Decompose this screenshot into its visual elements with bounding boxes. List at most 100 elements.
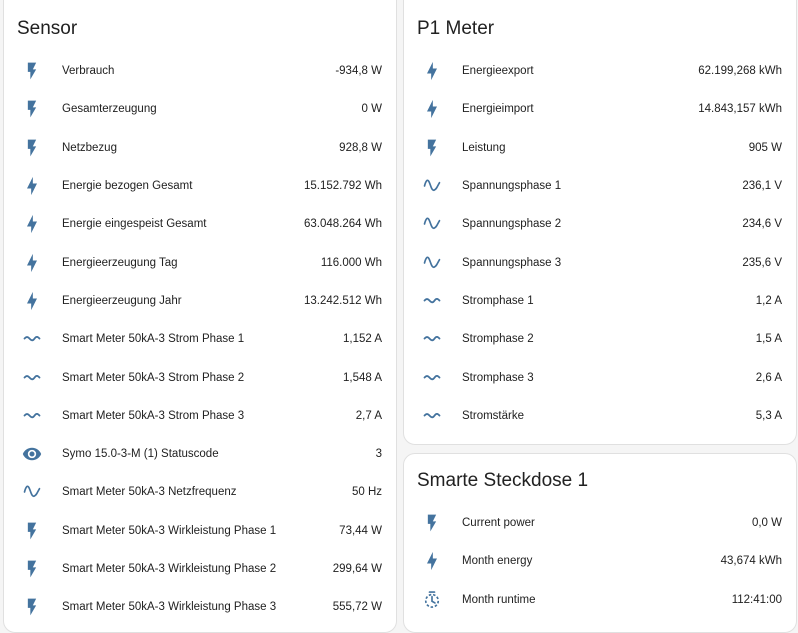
- entity-state: 73,44 W: [339, 524, 382, 537]
- entity-state: 235,6 V: [742, 256, 782, 269]
- entity-row[interactable]: Netzbezug 928,8 W: [4, 129, 396, 167]
- entity-row[interactable]: Energieexport 62.199,268 kWh: [404, 52, 796, 90]
- entity-name: Smart Meter 50kA-3 Wirkleistung Phase 2: [62, 563, 277, 575]
- entity-state: 1,2 A: [755, 294, 782, 307]
- entity-name: Month energy: [462, 555, 533, 568]
- entity-state: 5,3 A: [755, 409, 782, 422]
- entity-name: Energieerzeugung Tag: [62, 256, 178, 269]
- entity-state: 1,5 A: [755, 333, 782, 346]
- flash-icon: [20, 97, 44, 121]
- entity-row[interactable]: Stromphase 3 2,6 A: [404, 358, 796, 396]
- entity-row[interactable]: Energie bezogen Gesamt 15.152.792 Wh: [4, 167, 396, 205]
- entity-name: Spannungsphase 3: [462, 256, 562, 269]
- entity-list: Verbrauch -934,8 W Gesamterzeugung 0 W Netzb…: [4, 52, 396, 626]
- entity-row[interactable]: Spannungsphase 3 235,6 V: [404, 243, 796, 281]
- entity-name: Verbrauch: [62, 65, 115, 78]
- sine-wave-icon: [420, 174, 444, 198]
- entity-state: 0,0 W: [751, 517, 782, 530]
- entity-state: 905 W: [748, 141, 782, 154]
- flash-icon: [420, 136, 444, 160]
- entity-row[interactable]: Stromphase 2 1,5 A: [404, 320, 796, 358]
- entity-row[interactable]: Smart Meter 50kA-3 Strom Phase 1 1,152 A: [4, 320, 396, 358]
- lightning-bolt-icon: [20, 212, 44, 236]
- entity-name: Smart Meter 50kA-3 Wirkleistung Phase 1: [62, 524, 277, 537]
- entity-row[interactable]: Stromphase 1 1,2 A: [404, 282, 796, 320]
- entity-row[interactable]: Symo 15.0-3-M (1) Statuscode 3: [4, 435, 396, 473]
- entity-name: Smart Meter 50kA-3 Netzfrequenz: [62, 486, 237, 499]
- entity-name: Smart Meter 50kA-3 Strom Phase 1: [62, 333, 245, 346]
- p1-meter-card: P1 Meter Energieexport 62.199,268 kWh Ener…: [403, 0, 797, 445]
- entity-list: Current power 0,0 W Month energy 43,674 kWh…: [404, 504, 796, 619]
- eye-icon: [20, 442, 44, 466]
- entity-row[interactable]: Verbrauch -934,8 W: [4, 52, 396, 90]
- entity-name: Energie eingespeist Gesamt: [62, 218, 207, 231]
- entity-state: 1,152 A: [342, 333, 382, 346]
- flash-icon: [20, 136, 44, 160]
- entity-row[interactable]: Energieerzeugung Tag 116.000 Wh: [4, 243, 396, 281]
- entity-state: 555,72 W: [332, 601, 382, 614]
- lightning-bolt-icon: [20, 289, 44, 313]
- entity-row[interactable]: Smart Meter 50kA-3 Strom Phase 3 2,7 A: [4, 397, 396, 435]
- entity-name: Stromphase 2: [462, 333, 534, 346]
- entity-state: 14.843,157 kWh: [698, 103, 782, 116]
- entity-state: 62.199,268 kWh: [698, 65, 782, 78]
- entity-name: Current power: [462, 517, 535, 530]
- lightning-bolt-icon: [420, 59, 444, 83]
- entity-row[interactable]: Gesamterzeugung 0 W: [4, 90, 396, 128]
- lightning-bolt-icon: [420, 97, 444, 121]
- flash-icon: [20, 595, 44, 619]
- current-ac-icon: [420, 366, 444, 390]
- entity-row[interactable]: Spannungsphase 2 234,6 V: [404, 205, 796, 243]
- entity-row[interactable]: Spannungsphase 1 236,1 V: [404, 167, 796, 205]
- entity-state: 3: [375, 448, 382, 461]
- entity-name: Energieexport: [462, 65, 534, 78]
- entity-row[interactable]: Stromstärke 5,3 A: [404, 397, 796, 435]
- entity-name: Stromstärke: [462, 409, 524, 422]
- entity-row[interactable]: Smart Meter 50kA-3 Wirkleistung Phase 2 2…: [4, 550, 396, 588]
- sine-wave-icon: [420, 212, 444, 236]
- current-ac-icon: [20, 404, 44, 428]
- entity-state: 0 W: [361, 103, 382, 116]
- entity-row[interactable]: Energieerzeugung Jahr 13.242.512 Wh: [4, 282, 396, 320]
- entity-name: Smart Meter 50kA-3 Strom Phase 3: [62, 409, 245, 422]
- entity-name: Energieerzeugung Jahr: [62, 294, 182, 307]
- flash-icon: [420, 511, 444, 535]
- entity-name: Spannungsphase 1: [462, 180, 562, 193]
- lightning-bolt-icon: [20, 251, 44, 275]
- entity-state: 2,7 A: [355, 409, 382, 422]
- card-title: P1 Meter: [417, 18, 495, 39]
- lightning-bolt-icon: [20, 174, 44, 198]
- entity-name: Smart Meter 50kA-3 Wirkleistung Phase 3: [62, 601, 277, 614]
- current-ac-icon: [20, 366, 44, 390]
- sensor-card: Sensor Verbrauch -934,8 W Gesamterzeugung 0…: [3, 0, 397, 633]
- entity-row[interactable]: Energieimport 14.843,157 kWh: [404, 90, 796, 128]
- entity-state: 50 Hz: [351, 486, 382, 499]
- entity-row[interactable]: Month energy 43,674 kWh: [404, 542, 796, 580]
- sine-wave-icon: [20, 480, 44, 504]
- flash-icon: [20, 59, 44, 83]
- entity-state: 112:41:00: [731, 593, 782, 606]
- entity-name: Leistung: [462, 141, 506, 154]
- entity-row[interactable]: Leistung 905 W: [404, 129, 796, 167]
- entity-state: 13.242.512 Wh: [303, 294, 382, 307]
- lightning-bolt-icon: [420, 549, 444, 573]
- entity-row[interactable]: Smart Meter 50kA-3 Wirkleistung Phase 1 7…: [4, 512, 396, 550]
- entity-row[interactable]: Smart Meter 50kA-3 Netzfrequenz 50 Hz: [4, 473, 396, 511]
- entity-name: Symo 15.0-3-M (1) Statuscode: [62, 448, 219, 461]
- entity-row[interactable]: Month runtime 112:41:00: [404, 581, 796, 619]
- entity-row[interactable]: Energie eingespeist Gesamt 63.048.264 Wh: [4, 205, 396, 243]
- current-ac-icon: [20, 327, 44, 351]
- smart-plug-card: Smarte Steckdose 1 Current power 0,0 W Mon…: [403, 453, 797, 633]
- entity-row[interactable]: Current power 0,0 W: [404, 504, 796, 542]
- timer-icon: [420, 588, 444, 612]
- entity-name: Month runtime: [462, 593, 536, 606]
- entity-row[interactable]: Smart Meter 50kA-3 Strom Phase 2 1,548 A: [4, 358, 396, 396]
- entity-list: Energieexport 62.199,268 kWh Energieimport…: [404, 52, 796, 435]
- entity-name: Energieimport: [462, 103, 534, 116]
- entity-name: Gesamterzeugung: [62, 103, 157, 116]
- card-title: Sensor: [17, 18, 78, 39]
- sine-wave-icon: [420, 251, 444, 275]
- entity-state: -934,8 W: [335, 65, 382, 78]
- entity-state: 928,8 W: [339, 141, 382, 154]
- entity-name: Stromphase 1: [462, 294, 534, 307]
